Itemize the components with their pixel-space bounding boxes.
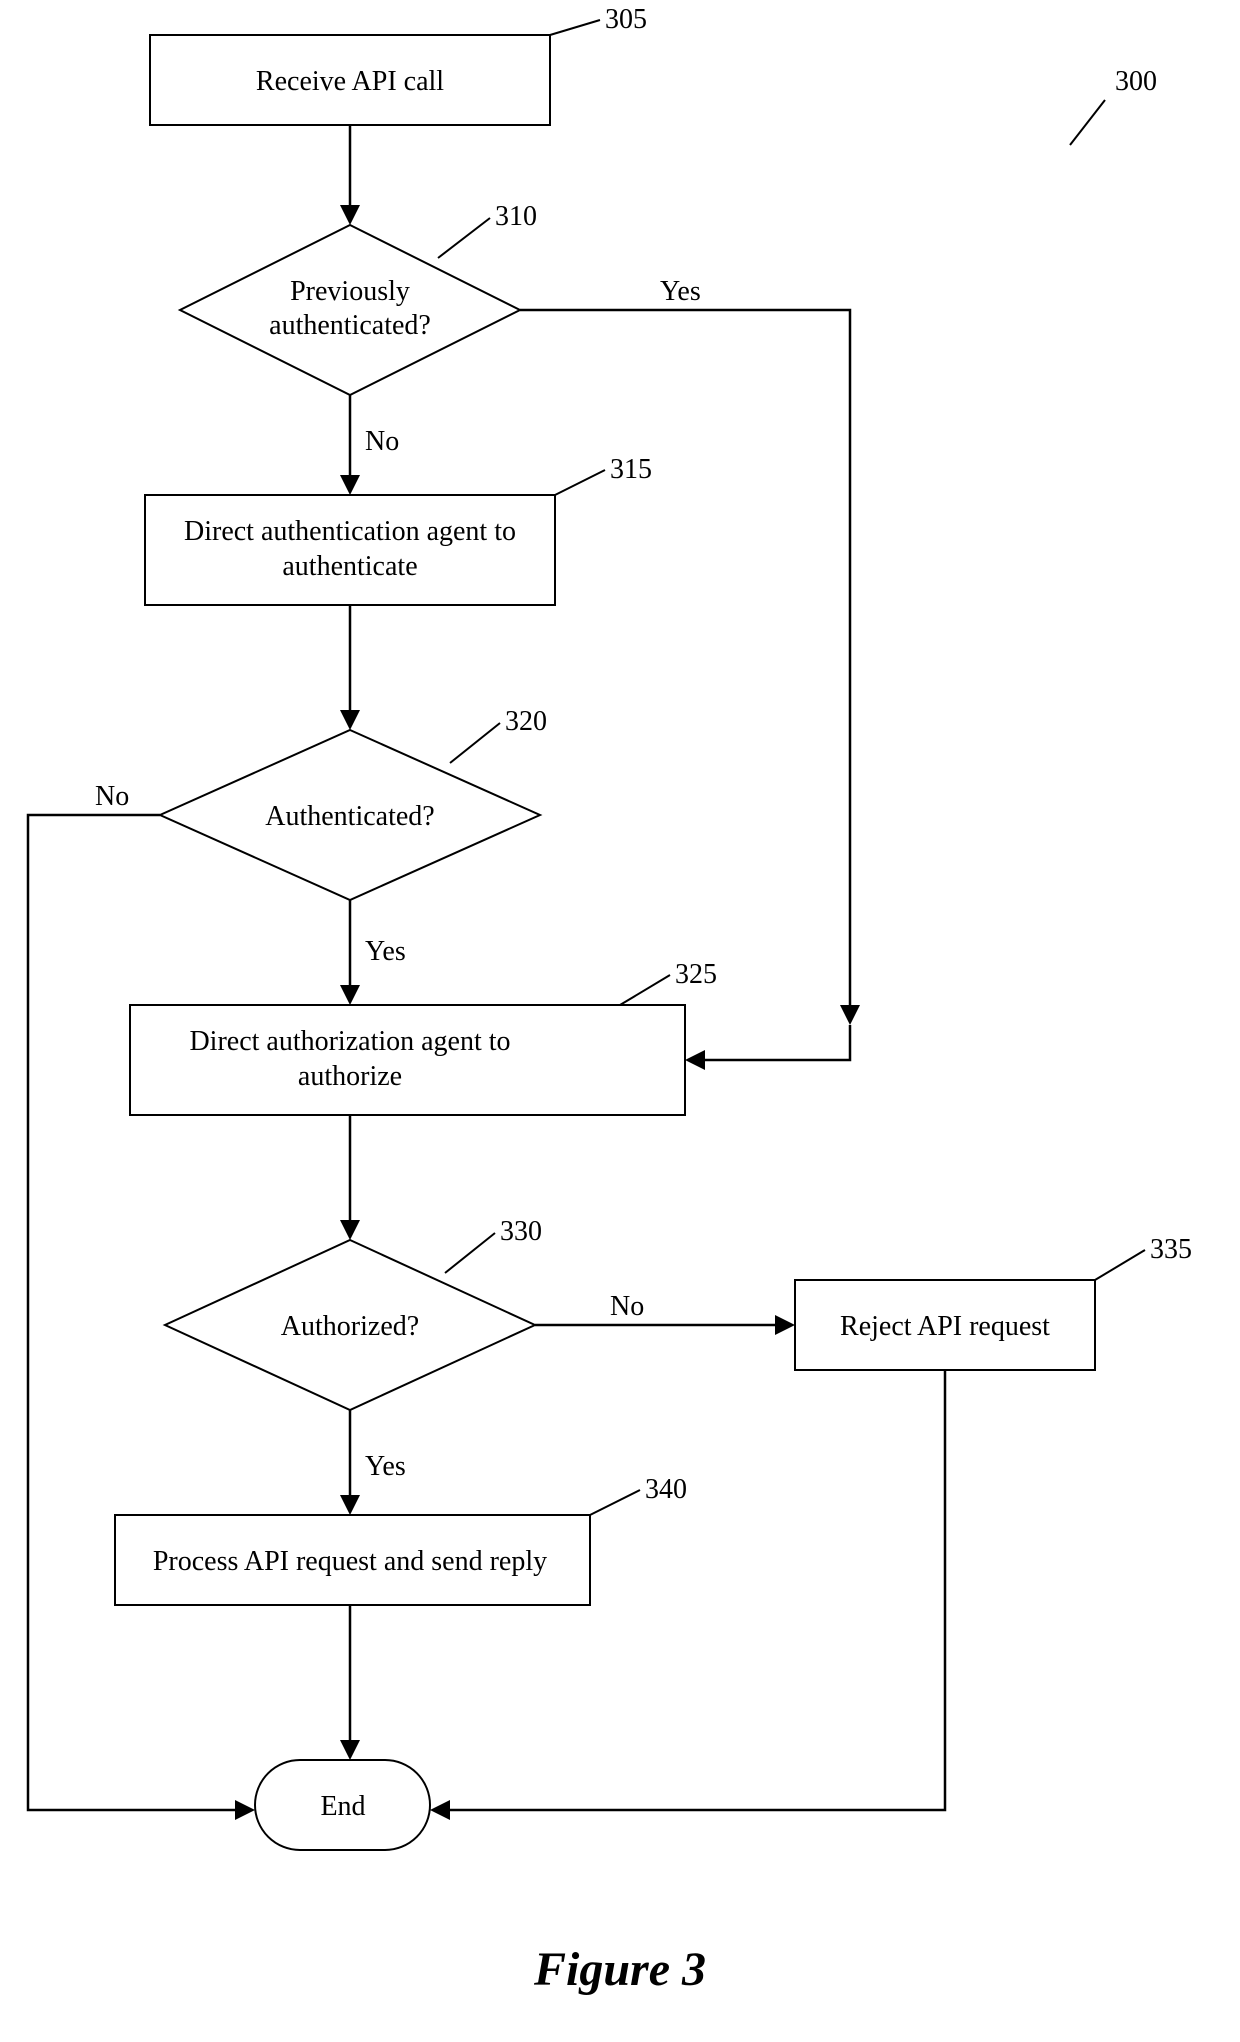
node-335-text: Reject API request — [840, 1311, 1050, 1342]
node-335-ref: 335 — [1150, 1234, 1192, 1265]
edge-310-no: No — [365, 426, 399, 457]
edge-310-yes: Yes — [660, 276, 701, 307]
figure-ref: 300 — [1115, 66, 1157, 97]
edge-330-no: No — [610, 1291, 644, 1322]
node-315-text2: authenticate — [282, 551, 417, 582]
node-340-ref: 340 — [645, 1474, 687, 1505]
node-305-ref: 305 — [605, 4, 647, 35]
node-325-ref: 325 — [675, 959, 717, 990]
edge-320-no: No — [95, 781, 129, 812]
node-315 — [145, 495, 555, 605]
node-310-ref: 310 — [495, 201, 537, 232]
node-320-text: Authenticated? — [265, 801, 434, 832]
edge-330-yes: Yes — [365, 1451, 406, 1482]
figure-caption: Figure 3 — [533, 1943, 706, 1996]
flowchart: 300 Receive API call 305 Previously auth… — [0, 0, 1240, 2042]
node-320-ref: 320 — [505, 706, 547, 737]
node-325-text1: Direct authorization agent to — [189, 1026, 510, 1057]
node-325-text2: authorize — [298, 1061, 402, 1092]
node-330-text: Authorized? — [281, 1311, 419, 1342]
node-310-text2: authenticated? — [269, 310, 431, 341]
node-end-text: End — [320, 1791, 365, 1822]
node-315-ref: 315 — [610, 454, 652, 485]
node-315-text1: Direct authentication agent to — [184, 516, 516, 547]
node-325 — [130, 1005, 685, 1115]
edge-320-yes: Yes — [365, 936, 406, 967]
node-340-text: Process API request and send reply — [153, 1546, 547, 1577]
node-305-text: Receive API call — [256, 66, 444, 97]
node-330-ref: 330 — [500, 1216, 542, 1247]
node-310-text1: Previously — [290, 276, 410, 307]
